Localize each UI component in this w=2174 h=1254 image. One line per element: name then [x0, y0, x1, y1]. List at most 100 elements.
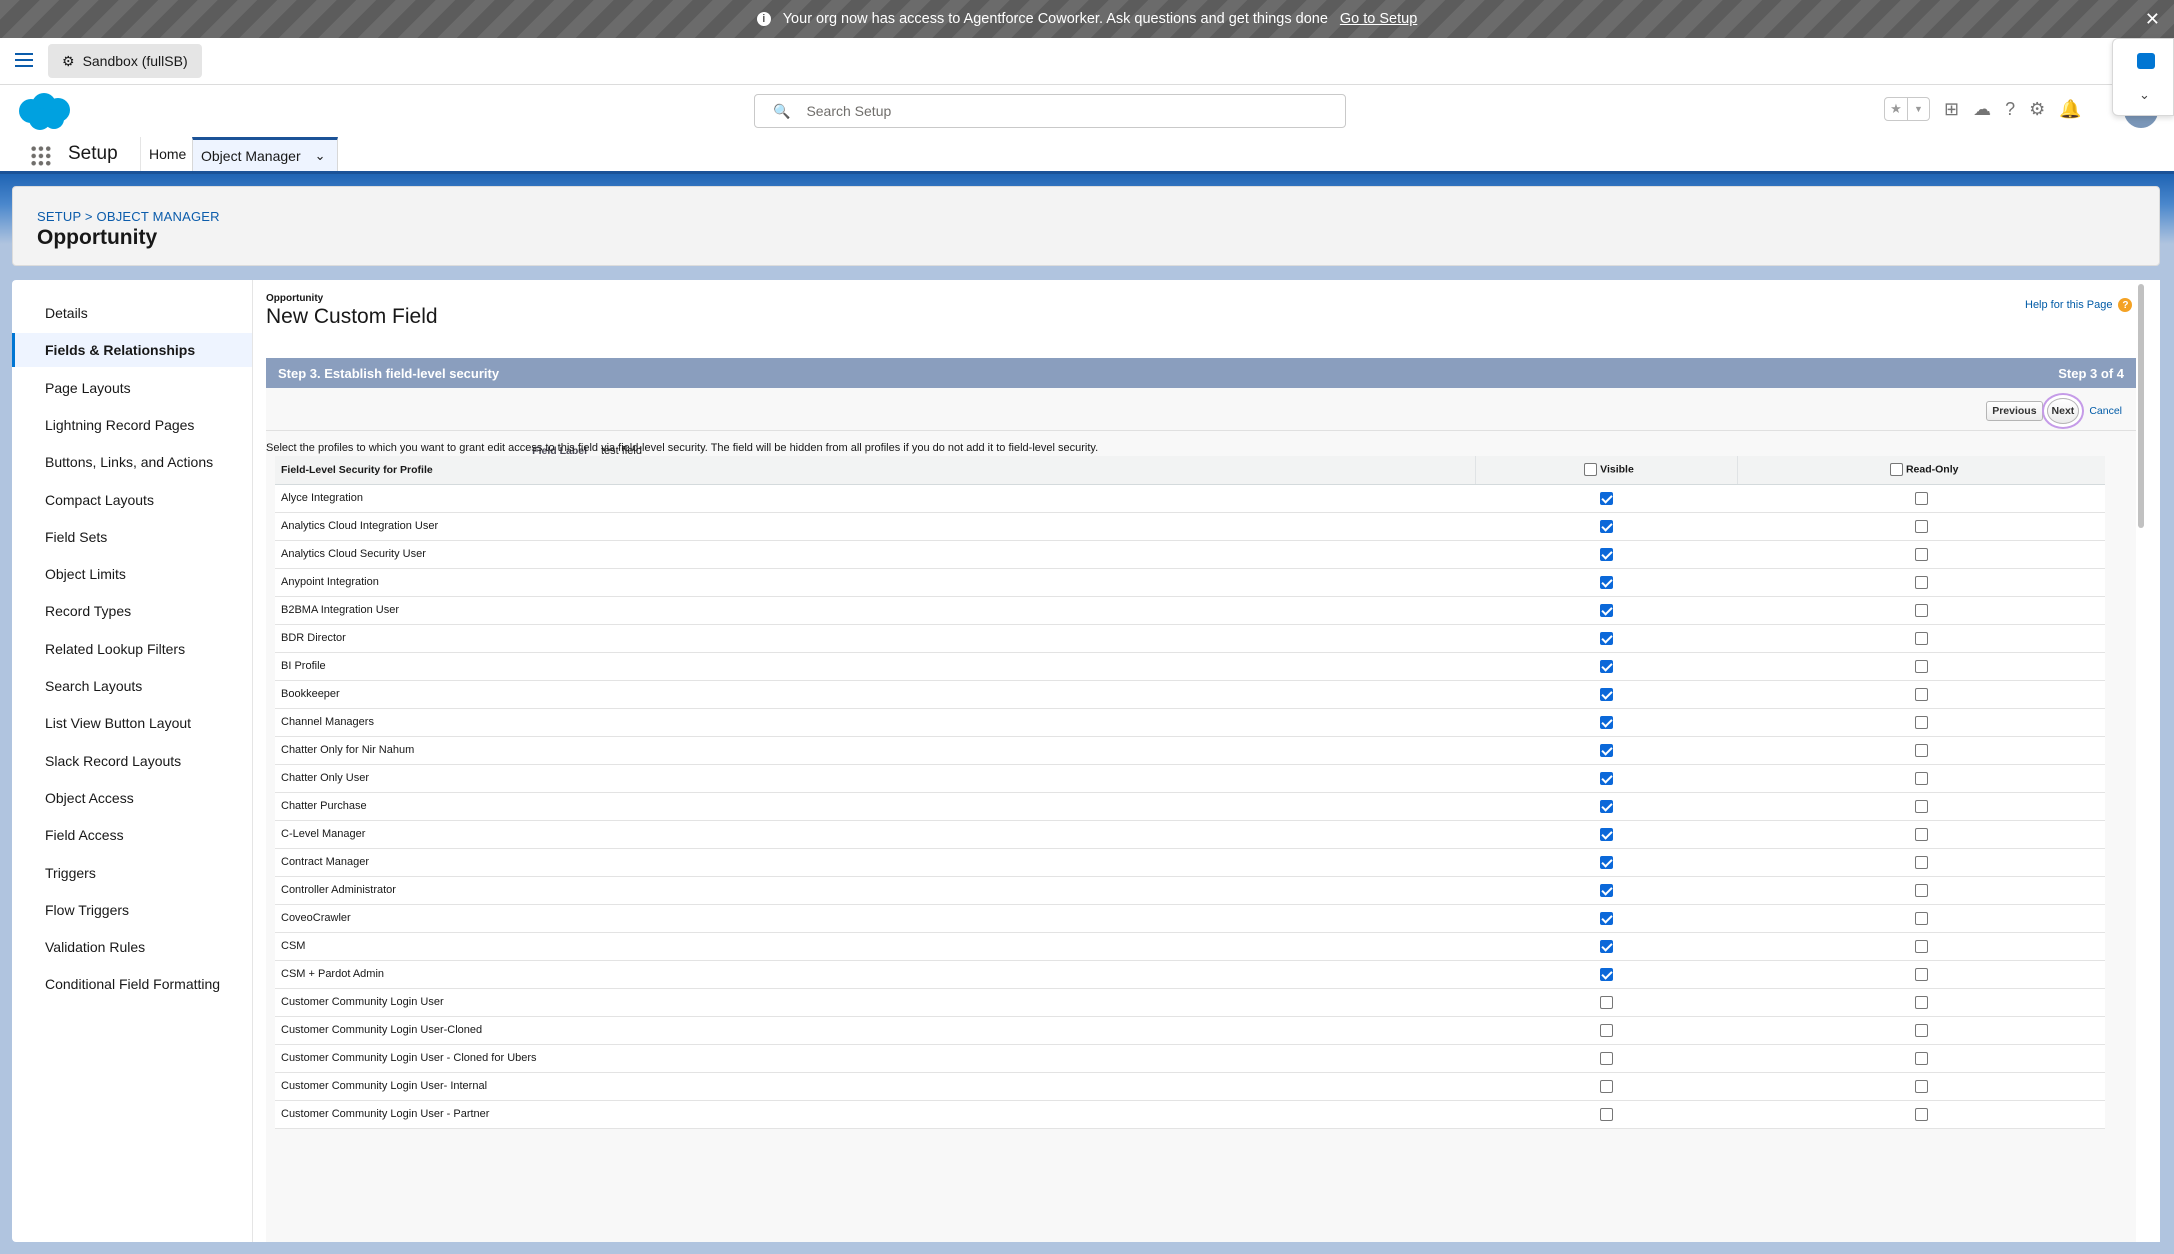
read-only-checkbox[interactable] [1914, 743, 1928, 757]
breadcrumb-object-manager[interactable]: OBJECT MANAGER [97, 209, 220, 224]
chevron-down-icon[interactable]: ⌄ [2139, 87, 2150, 103]
visible-cell [1475, 1072, 1737, 1101]
read-only-select-all-checkbox[interactable] [1890, 463, 1904, 477]
sidebar-item[interactable]: Buttons, Links, and Actions [12, 445, 252, 479]
sidebar-item[interactable]: Field Access [12, 818, 252, 852]
visible-checkbox[interactable] [1599, 743, 1613, 757]
visible-checkbox[interactable] [1599, 883, 1613, 897]
read-only-cell [1737, 512, 2105, 541]
setup-gear-icon[interactable]: ⚙ [2029, 99, 2045, 120]
sidebar-item[interactable]: Record Types [12, 594, 252, 628]
visible-checkbox[interactable] [1599, 1079, 1613, 1093]
tab-object-manager[interactable]: Object Manager ⌄ [192, 137, 338, 171]
visible-checkbox[interactable] [1599, 771, 1613, 785]
sidebar-item[interactable]: Field Sets [12, 520, 252, 554]
read-only-checkbox[interactable] [1914, 547, 1928, 561]
sidebar-item[interactable]: Triggers [12, 856, 252, 890]
tab-home[interactable]: Home [140, 137, 194, 171]
sidebar-item[interactable]: Fields & Relationships [12, 333, 252, 368]
visible-checkbox[interactable] [1599, 659, 1613, 673]
read-only-checkbox[interactable] [1914, 715, 1928, 729]
visible-checkbox[interactable] [1599, 827, 1613, 841]
read-only-checkbox[interactable] [1914, 491, 1928, 505]
visible-checkbox[interactable] [1599, 631, 1613, 645]
visible-checkbox[interactable] [1599, 547, 1613, 561]
page-heading: New Custom Field [266, 305, 438, 328]
chat-icon[interactable] [2137, 53, 2155, 69]
trailhead-icon[interactable]: ☁ [1973, 99, 1991, 120]
read-only-checkbox[interactable] [1914, 659, 1928, 673]
sidebar-item[interactable]: List View Button Layout [12, 706, 252, 740]
visible-checkbox[interactable] [1599, 995, 1613, 1009]
read-only-checkbox[interactable] [1914, 687, 1928, 701]
sidebar-item[interactable]: Object Limits [12, 557, 252, 591]
scrollbar[interactable] [2136, 282, 2146, 1240]
menu-icon[interactable] [15, 53, 33, 71]
read-only-checkbox[interactable] [1914, 519, 1928, 533]
sidebar-item[interactable]: Lightning Record Pages [12, 408, 252, 442]
visible-checkbox[interactable] [1599, 967, 1613, 981]
read-only-checkbox[interactable] [1914, 575, 1928, 589]
read-only-checkbox[interactable] [1914, 967, 1928, 981]
sidebar-item[interactable]: Page Layouts [12, 371, 252, 405]
read-only-checkbox[interactable] [1914, 883, 1928, 897]
scrollbar-thumb[interactable] [2138, 284, 2144, 528]
sidebar-item[interactable]: Related Lookup Filters [12, 632, 252, 666]
visible-checkbox[interactable] [1599, 491, 1613, 505]
go-to-setup-link[interactable]: Go to Setup [1340, 11, 1417, 27]
sidebar-item[interactable]: Search Layouts [12, 669, 252, 703]
visible-checkbox[interactable] [1599, 603, 1613, 617]
app-launcher-icon[interactable] [30, 145, 52, 167]
read-only-checkbox[interactable] [1914, 855, 1928, 869]
add-icon[interactable]: ⊞ [1944, 99, 1959, 120]
sidebar-item[interactable]: Flow Triggers [12, 893, 252, 927]
previous-button[interactable]: Previous [1986, 401, 2043, 421]
sidebar-item[interactable]: Validation Rules [12, 930, 252, 964]
table-row: CoveoCrawler [275, 904, 2105, 933]
visible-checkbox[interactable] [1599, 715, 1613, 729]
read-only-checkbox[interactable] [1914, 631, 1928, 645]
close-icon[interactable]: ✕ [2145, 9, 2160, 30]
read-only-checkbox[interactable] [1914, 911, 1928, 925]
read-only-checkbox[interactable] [1914, 1079, 1928, 1093]
sidebar-item[interactable]: Compact Layouts [12, 483, 252, 517]
sidebar-item[interactable]: Object Access [12, 781, 252, 815]
salesforce-logo[interactable] [14, 91, 74, 133]
visible-checkbox[interactable] [1599, 939, 1613, 953]
help-link[interactable]: Help for this Page ? [2025, 298, 2133, 312]
visible-checkbox[interactable] [1599, 855, 1613, 869]
read-only-checkbox[interactable] [1914, 799, 1928, 813]
visible-checkbox[interactable] [1599, 911, 1613, 925]
sidebar-item[interactable]: Details [12, 296, 252, 330]
read-only-checkbox[interactable] [1914, 995, 1928, 1009]
read-only-checkbox[interactable] [1914, 1023, 1928, 1037]
visible-select-all-checkbox[interactable] [1584, 463, 1598, 477]
read-only-checkbox[interactable] [1914, 1051, 1928, 1065]
sandbox-button[interactable]: ⚙ Sandbox (fullSB) [48, 44, 202, 78]
search-input[interactable]: 🔍 Search Setup [754, 94, 1346, 128]
read-only-cell [1737, 708, 2105, 737]
read-only-checkbox[interactable] [1914, 771, 1928, 785]
read-only-checkbox[interactable] [1914, 939, 1928, 953]
read-only-checkbox[interactable] [1914, 1107, 1928, 1121]
cancel-link[interactable]: Cancel [2089, 405, 2122, 417]
chevron-down-icon[interactable]: ⌄ [315, 148, 326, 164]
visible-checkbox[interactable] [1599, 799, 1613, 813]
table-row: Alyce Integration [275, 484, 2105, 513]
visible-checkbox[interactable] [1599, 519, 1613, 533]
breadcrumb-setup[interactable]: SETUP [37, 209, 81, 224]
sidebar-item[interactable]: Conditional Field Formatting [12, 967, 252, 1001]
read-only-checkbox[interactable] [1914, 827, 1928, 841]
visible-checkbox[interactable] [1599, 1023, 1613, 1037]
favorites-button[interactable]: ★ ▼ [1884, 97, 1930, 121]
read-only-checkbox[interactable] [1914, 603, 1928, 617]
visible-checkbox[interactable] [1599, 575, 1613, 589]
visible-checkbox[interactable] [1599, 1051, 1613, 1065]
next-button[interactable]: Next [2046, 398, 2080, 424]
help-icon[interactable]: ? [2005, 99, 2015, 120]
visible-checkbox[interactable] [1599, 1107, 1613, 1121]
visible-checkbox[interactable] [1599, 687, 1613, 701]
agent-panel: ⌄ [2112, 38, 2174, 116]
notifications-icon[interactable]: 🔔 [2059, 99, 2081, 120]
sidebar-item[interactable]: Slack Record Layouts [12, 744, 252, 778]
